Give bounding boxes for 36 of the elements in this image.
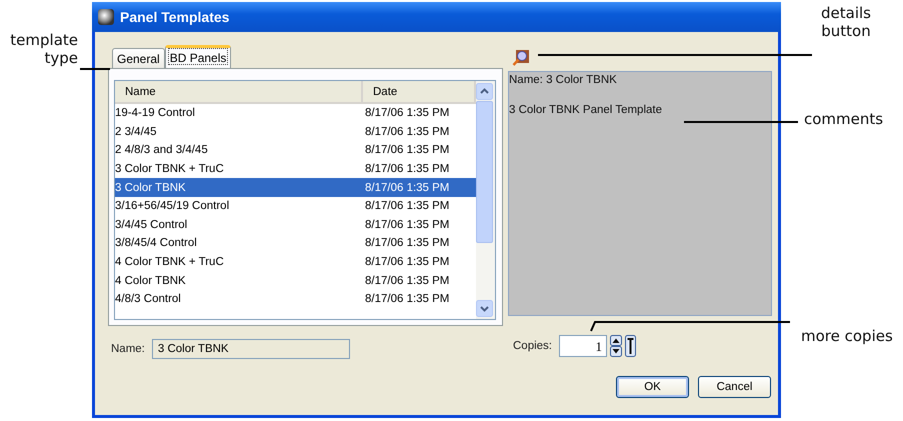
callout-label: details button xyxy=(820,4,872,40)
leader-line xyxy=(80,68,110,70)
dialog-button[interactable]: Cancel xyxy=(698,376,771,398)
copies-label: Copies: xyxy=(513,340,552,352)
copies-field[interactable]: 1 xyxy=(559,335,607,357)
list-row[interactable]: 3/4/45 Control 8/17/06 1:35 PM xyxy=(115,216,476,234)
list-row[interactable]: 4/8/3 Control 8/17/06 1:35 PM xyxy=(115,290,476,309)
scroll-up-icon[interactable] xyxy=(476,83,493,100)
list-row[interactable]: 2 4/8/3 and 3/4/45 8/17/06 1:35 PM xyxy=(115,141,476,160)
max-icon[interactable] xyxy=(625,335,636,357)
callout-label: comments xyxy=(804,110,884,128)
scroll-down-icon[interactable] xyxy=(476,300,493,317)
callout-label: template type xyxy=(9,31,78,67)
app-icon xyxy=(98,9,114,25)
name-label: Name: xyxy=(111,343,145,355)
tab[interactable]: General xyxy=(112,48,165,68)
column-header[interactable]: Name xyxy=(115,81,363,102)
list-row[interactable]: 3 Color TBNK 8/17/06 1:35 PM xyxy=(115,178,476,197)
magnifier-icon[interactable] xyxy=(512,49,530,67)
list-row[interactable]: 2 3/4/45 8/17/06 1:35 PM xyxy=(115,122,476,142)
callout-label: more copies xyxy=(801,327,893,345)
name-field[interactable]: 3 Color TBNK xyxy=(152,339,350,359)
list-row[interactable]: 4 Color TBNK + TruC 8/17/06 1:35 PM xyxy=(115,252,476,272)
spinner-icon[interactable] xyxy=(610,335,622,357)
tab[interactable]: BD Panels xyxy=(164,45,232,68)
list-row[interactable]: 3 Color TBNK + TruC 8/17/06 1:35 PM xyxy=(115,160,476,178)
details-text: 3 Color TBNK Panel Template xyxy=(509,104,663,116)
window-title: Panel Templates xyxy=(120,9,230,25)
dialog-button[interactable]: OK xyxy=(616,376,689,398)
list-row[interactable]: 3/8/45/4 Control 8/17/06 1:35 PM xyxy=(115,234,476,253)
scroll-thumb[interactable] xyxy=(476,101,493,243)
scrollbar[interactable] xyxy=(476,81,495,319)
details-text: Name: 3 Color TBNK xyxy=(509,74,618,86)
list-row[interactable]: 3/16+56/45/19 Control 8/17/06 1:35 PM xyxy=(115,196,476,216)
list-row[interactable]: 4 Color TBNK 8/17/06 1:35 PM xyxy=(115,271,476,290)
list-row[interactable]: 19-4-19 Control 8/17/06 1:35 PM xyxy=(115,104,476,123)
